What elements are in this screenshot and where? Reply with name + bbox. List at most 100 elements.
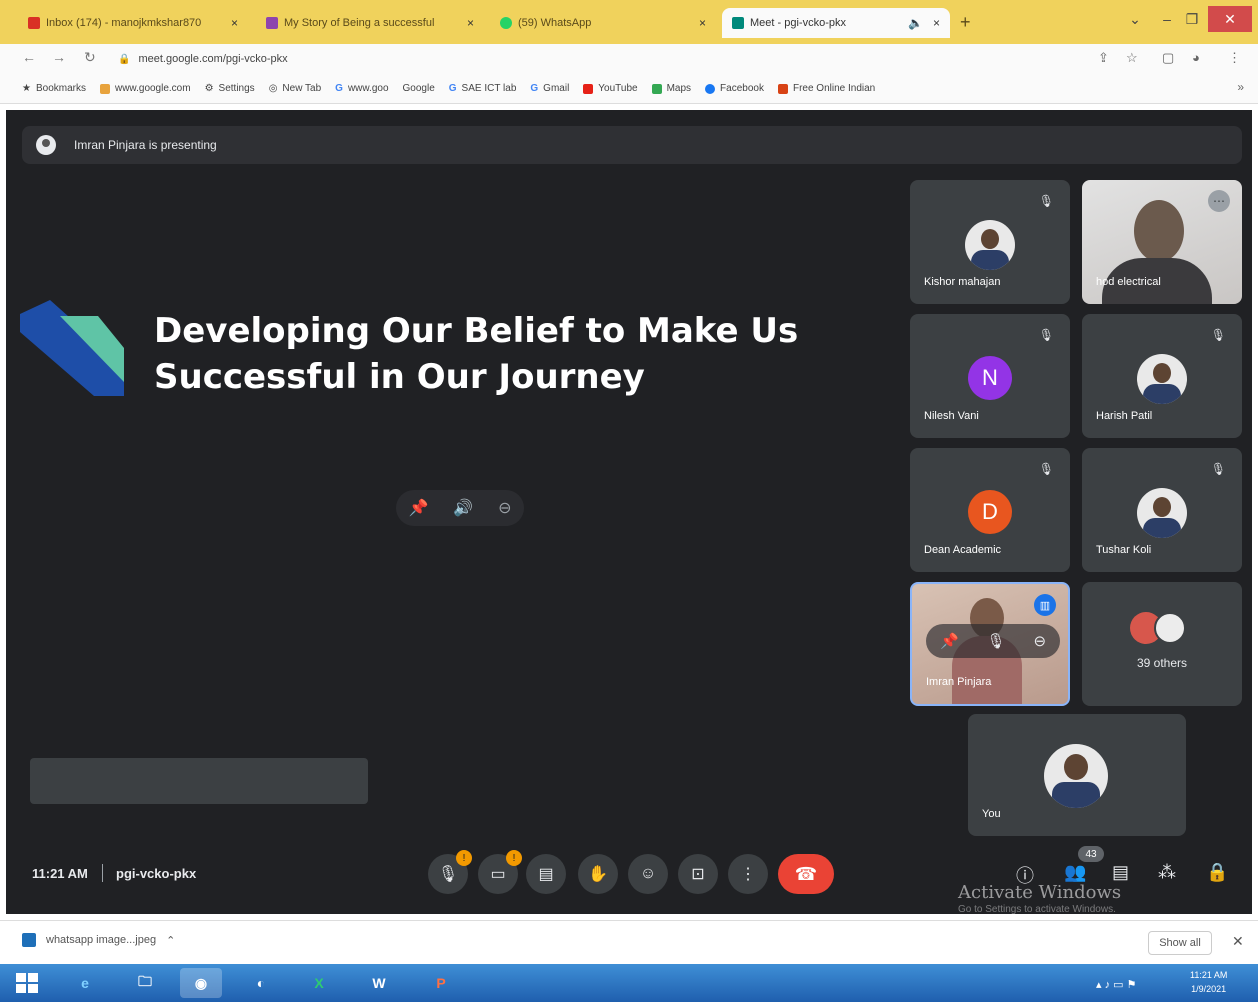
participant-name: Harish Patil <box>1096 410 1153 422</box>
speaking-icon: ▥ <box>1034 594 1056 616</box>
bookmark-item[interactable]: YouTube <box>583 83 638 94</box>
tab-gmail[interactable]: Inbox (174) - manojkmkshar870 × <box>18 8 248 38</box>
volume-icon[interactable]: 🔊 <box>453 498 473 518</box>
chrome-icon[interactable]: ◉ <box>180 968 222 998</box>
bookmark-item[interactable]: Facebook <box>705 83 764 94</box>
download-item[interactable]: whatsapp image...jpeg ⌃ <box>22 933 175 947</box>
hand-icon: ✋ <box>588 866 608 883</box>
camera-icon: ▭ <box>490 866 506 883</box>
chevron-up-icon[interactable]: ⌃ <box>166 934 175 947</box>
captions-button[interactable]: ▤ <box>526 854 566 894</box>
people-icon[interactable]: 👥 <box>1064 862 1086 883</box>
activate-windows-subtext: Go to Settings to activate Windows. <box>958 904 1116 915</box>
mic-icon[interactable]: 🎙 <box>987 632 1006 650</box>
leave-call-button[interactable]: ☎ <box>778 854 834 894</box>
meet-icon <box>732 17 744 29</box>
bookmark-item[interactable]: www.google.com <box>99 83 191 94</box>
participant-tile[interactable]: ⋯ hod electrical <box>1082 180 1242 304</box>
avatar: N <box>968 356 1012 400</box>
folder-icon[interactable]: 🗀 <box>124 968 166 998</box>
camera-button[interactable]: ▭! <box>478 850 522 894</box>
windows-taskbar: e 🗀 ◉ ◐ X W P ▴ ♪ ▭ ⚑ 11:21 AM 1/9/2021 <box>0 964 1258 1002</box>
minimize-button[interactable]: – <box>1156 6 1178 32</box>
reload-icon[interactable]: ↻ <box>84 49 96 66</box>
participant-tile[interactable]: 🎙 N Nilesh Vani <box>910 314 1070 438</box>
new-tab-button[interactable]: + <box>960 12 971 33</box>
star-icon[interactable]: ☆ <box>1126 50 1138 66</box>
profile-icon[interactable]: ◕ <box>1192 50 1200 65</box>
bookmark-item[interactable]: G Gmail <box>530 83 569 94</box>
address-bar-row: ← → ↻ 🔒 meet.google.com/pgi-vcko-pkx ⇪ ☆… <box>0 44 1258 74</box>
bookmark-label: www.google.com <box>114 83 191 94</box>
close-icon[interactable]: × <box>231 16 238 30</box>
participant-tile[interactable]: 🎙 Tushar Koli <box>1082 448 1242 572</box>
presentation-controls: 📌 🔊 ⊖ <box>396 490 524 526</box>
minimize-icon[interactable]: ⊖ <box>1033 632 1046 650</box>
minimize-icon[interactable]: ⊖ <box>498 498 511 518</box>
hangup-icon: ☎ <box>794 863 818 884</box>
tab-whatsapp[interactable]: (59) WhatsApp × <box>490 8 716 38</box>
tab-story[interactable]: My Story of Being a successful × <box>256 8 484 38</box>
bookmark-item[interactable]: Maps <box>651 83 691 94</box>
share-icon[interactable]: ⇪ <box>1098 50 1109 66</box>
word-icon[interactable]: W <box>358 968 400 998</box>
caption-area <box>30 758 368 804</box>
more-options-button[interactable]: ⋮ <box>728 854 768 894</box>
participant-name: Dean Academic <box>924 544 1002 556</box>
forward-icon[interactable]: → <box>52 49 66 65</box>
emoji-icon: ☺ <box>639 865 657 882</box>
kebab-menu-icon[interactable]: ⋮ <box>1228 50 1241 66</box>
pin-icon[interactable]: 📌 <box>408 498 428 518</box>
google-icon: G <box>530 83 539 94</box>
others-tile[interactable]: 39 others <box>1082 582 1242 706</box>
powerpoint-icon[interactable]: P <box>420 968 462 998</box>
participant-tile[interactable]: 🎙 Kishor mahajan <box>910 180 1070 304</box>
bookmark-item[interactable]: Google <box>403 83 435 94</box>
bookmarks-more-icon[interactable]: » <box>1237 80 1244 94</box>
show-all-button[interactable]: Show all <box>1148 931 1212 955</box>
browser-tab-strip: Inbox (174) - manojkmkshar870 × My Story… <box>0 0 1258 44</box>
firefox-icon[interactable]: ◐ <box>240 968 282 998</box>
pin-icon[interactable]: 📌 <box>940 632 959 650</box>
windows-start-icon[interactable] <box>16 973 38 993</box>
divider <box>102 864 103 882</box>
chat-icon[interactable]: ▤ <box>1112 862 1129 883</box>
participant-tile[interactable]: 🎙 D Dean Academic <box>910 448 1070 572</box>
tab-meet[interactable]: Meet - pgi-vcko-pkx 🔈 × <box>722 8 950 38</box>
activities-icon[interactable]: ⁂ <box>1158 862 1176 883</box>
window-close-button[interactable]: ✕ <box>1208 6 1252 32</box>
url-input[interactable]: 🔒 meet.google.com/pgi-vcko-pkx <box>118 48 1078 70</box>
meeting-code: pgi-vcko-pkx <box>116 866 197 881</box>
more-options-icon[interactable]: ⋯ <box>1208 190 1230 212</box>
meet-stage: Imran Pinjara is presenting Developing O… <box>6 110 1252 915</box>
close-icon[interactable]: × <box>467 16 474 30</box>
bookmark-item[interactable]: Free Online Indian <box>777 83 875 94</box>
emoji-button[interactable]: ☺ <box>628 854 668 894</box>
window-icon[interactable]: ▢ <box>1162 50 1174 66</box>
participant-tile[interactable]: ▥ 📌 🎙 ⊖ Imran Pinjara <box>910 582 1070 706</box>
maximize-button[interactable]: ❐ <box>1180 6 1204 32</box>
avatar <box>1154 612 1186 644</box>
bookmark-item[interactable]: G SAE ICT lab <box>449 83 517 94</box>
tab-search-icon[interactable]: ⌄ <box>1124 6 1146 32</box>
mic-button[interactable]: 🎙! <box>428 850 472 894</box>
bookmarks-bar: ★ Bookmarks www.google.com ⚙ Settings ◎ New… <box>0 74 1258 104</box>
bookmark-item[interactable]: ⚙ Settings <box>205 83 255 94</box>
tab-label: Meet - pgi-vcko-pkx <box>750 17 846 29</box>
present-button[interactable]: ⊡ <box>678 854 718 894</box>
raise-hand-button[interactable]: ✋ <box>578 854 618 894</box>
back-icon[interactable]: ← <box>22 49 36 65</box>
close-icon[interactable]: ✕ <box>1232 933 1244 950</box>
bookmark-item[interactable]: ★ Bookmarks <box>22 83 86 94</box>
host-controls-icon[interactable]: 🔒 <box>1206 862 1228 883</box>
bookmark-item[interactable]: ◎ New Tab <box>269 83 321 94</box>
taskbar-clock[interactable]: 11:21 AM 1/9/2021 <box>1190 968 1227 996</box>
bookmark-item[interactable]: Gwww.goo <box>335 83 388 94</box>
self-tile[interactable]: You <box>968 714 1186 836</box>
close-icon[interactable]: × <box>699 16 706 30</box>
close-icon[interactable]: × <box>933 16 940 30</box>
ie-icon[interactable]: e <box>64 968 106 998</box>
participant-tile[interactable]: 🎙 Harish Patil <box>1082 314 1242 438</box>
excel-icon[interactable]: X <box>298 968 340 998</box>
system-tray-icons[interactable]: ▴ ♪ ▭ ⚑ <box>1096 978 1136 991</box>
